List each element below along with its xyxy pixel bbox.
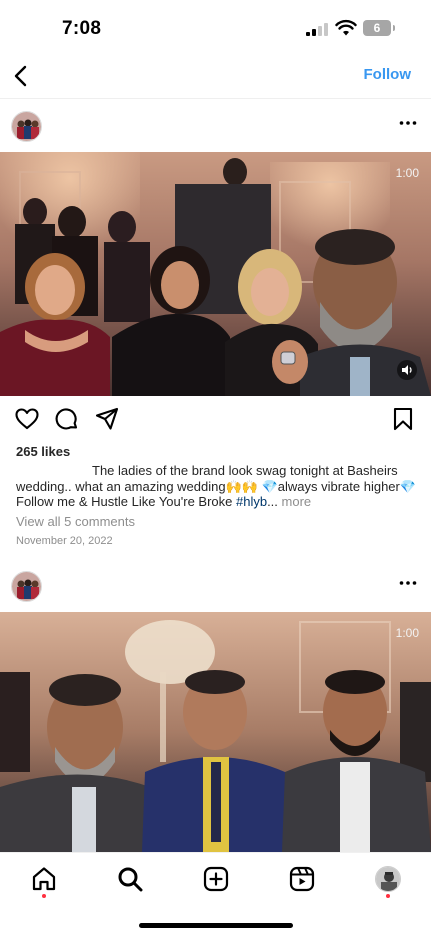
comment-icon[interactable] (54, 406, 80, 432)
follow-button[interactable]: Follow (364, 66, 412, 83)
post-date: November 20, 2022 (16, 535, 113, 547)
wifi-icon (335, 19, 357, 36)
profile-avatar[interactable] (375, 866, 401, 892)
home-icon[interactable] (30, 865, 58, 893)
cellular-signal-icon (306, 23, 328, 36)
post-caption: The ladies of the brand look swag tonigh… (16, 463, 420, 510)
header-divider (0, 98, 431, 99)
status-bar: 7:08 6 (0, 0, 431, 56)
battery-indicator: 6 (363, 20, 395, 36)
profile-notification-dot (386, 894, 390, 898)
volume-icon[interactable] (397, 360, 417, 380)
bookmark-icon[interactable] (390, 406, 416, 432)
video-duration: 1:00 (395, 166, 419, 180)
likes-count[interactable]: 265 likes (16, 444, 70, 459)
video-frame (0, 152, 431, 396)
video-frame-2 (0, 612, 431, 852)
more-options-icon[interactable] (399, 114, 417, 132)
home-indicator (139, 923, 293, 928)
share-icon[interactable] (94, 406, 120, 432)
hashtag-link[interactable]: #hlyb (236, 494, 267, 509)
heart-icon[interactable] (14, 406, 40, 432)
status-time: 7:08 (62, 18, 102, 39)
reels-icon[interactable] (288, 865, 316, 893)
user-avatar[interactable] (11, 111, 42, 142)
post-video-2[interactable]: 1:00 (0, 612, 431, 852)
post-header (0, 101, 431, 151)
caption-text: The ladies of the brand look swag tonigh… (16, 463, 417, 509)
home-notification-dot (42, 894, 46, 898)
post-header-2 (0, 561, 431, 611)
top-navigation: Follow (0, 56, 431, 98)
video-duration: 1:00 (395, 626, 419, 640)
user-avatar[interactable] (11, 571, 42, 602)
create-post-icon[interactable] (202, 865, 230, 893)
search-icon[interactable] (116, 865, 144, 893)
back-chevron-icon[interactable] (10, 64, 34, 88)
bottom-navigation (0, 852, 431, 935)
post-video[interactable]: 1:00 (0, 152, 431, 396)
view-comments-link[interactable]: View all 5 comments (16, 514, 135, 529)
caption-ellipsis: ... (267, 494, 278, 509)
caption-more-link[interactable]: more (278, 494, 312, 509)
post-actions (0, 396, 431, 442)
more-options-icon[interactable] (399, 574, 417, 592)
